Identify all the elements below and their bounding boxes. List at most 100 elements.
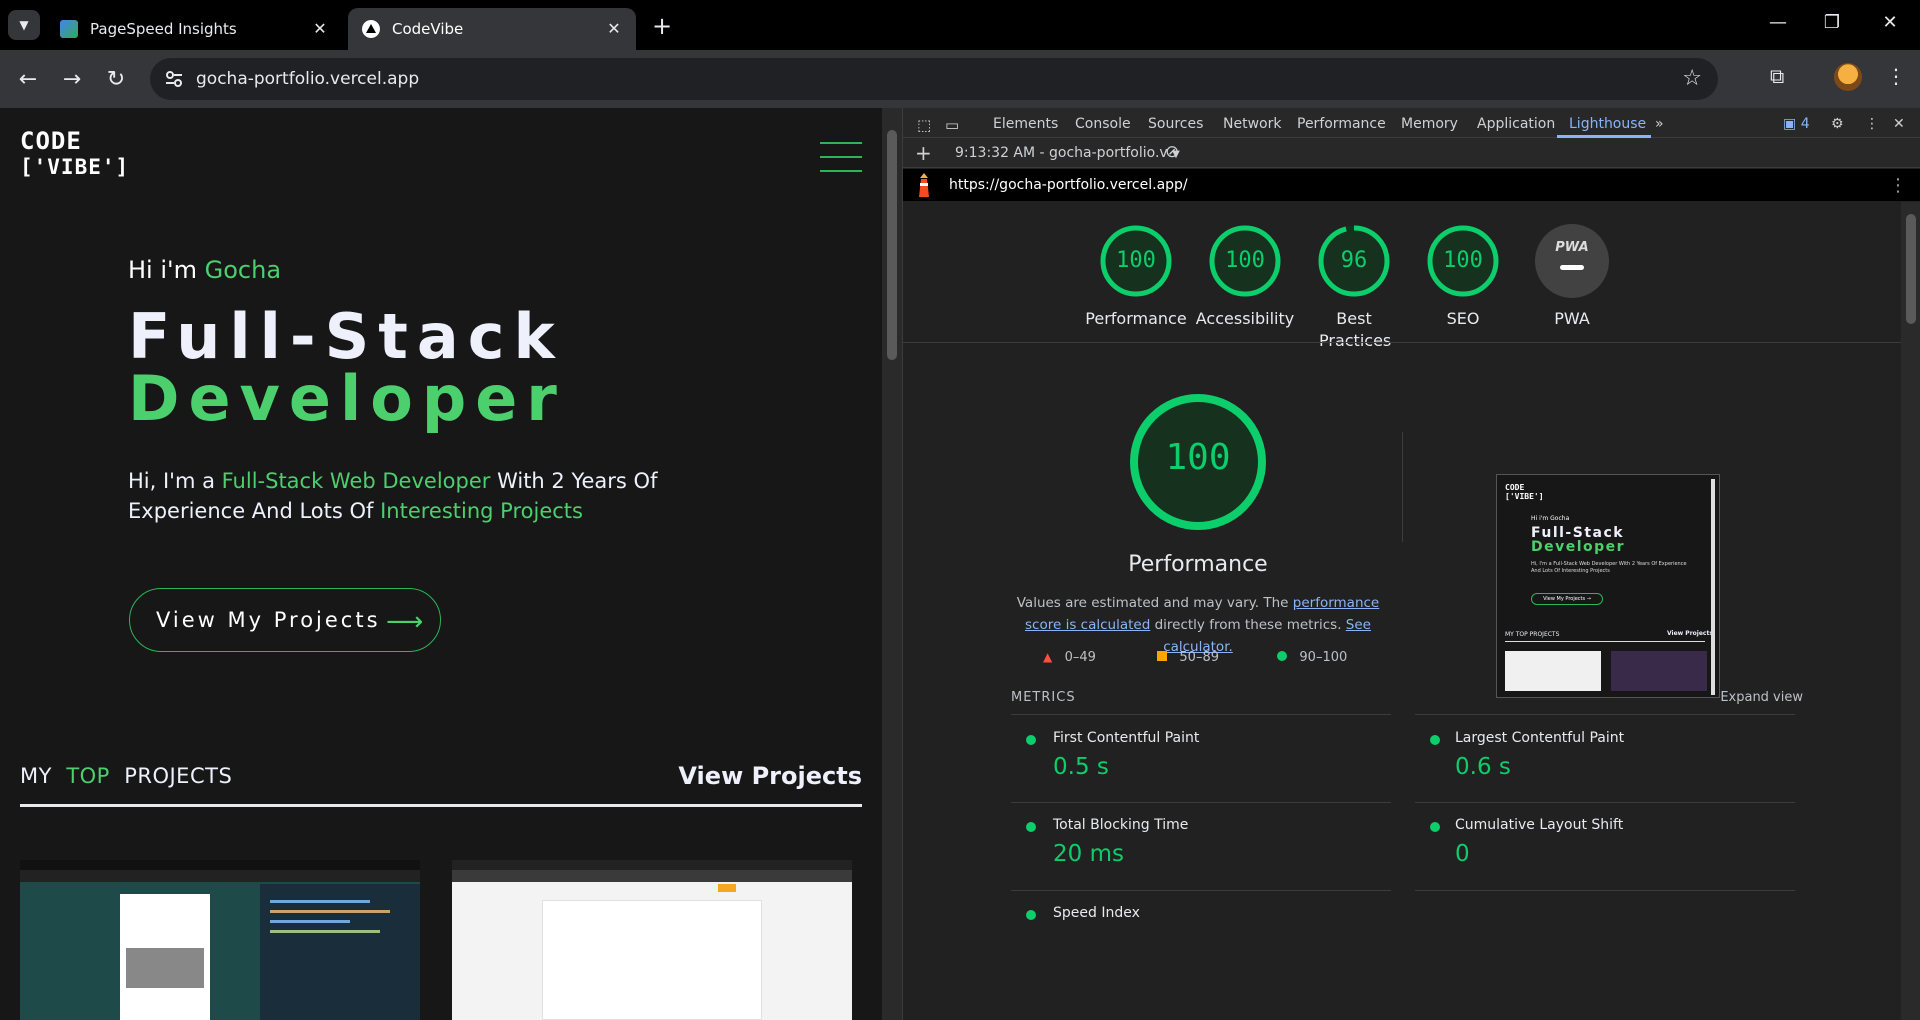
chevron-down-icon: ▼ (19, 18, 29, 32)
devtools-panel: ⬚ ▭ Elements Console Sources Network Per… (902, 108, 1920, 1020)
green-circle-icon (1277, 651, 1287, 661)
score-value: 100 (1443, 248, 1483, 273)
final-screenshot-thumbnail[interactable]: CODE ['VIBE'] Hi i'm Gocha Full-Stack Dev… (1496, 474, 1720, 698)
gauge-pwa[interactable]: PWA (1535, 224, 1609, 298)
hamburger-menu-icon[interactable] (820, 142, 862, 184)
main-score-label: Performance (1128, 552, 1268, 577)
report-url[interactable]: https://gocha-portfolio.vercel.app/ (949, 177, 1188, 193)
tab-codevibe[interactable]: CodeVibe ✕ (348, 8, 636, 50)
close-window-icon[interactable]: ✕ (1870, 12, 1910, 33)
arrow-right-icon: ⟶ (386, 607, 427, 637)
metric-cls-name: Cumulative Layout Shift (1455, 817, 1624, 833)
back-arrow-icon[interactable]: ← (12, 64, 44, 96)
metric-cls-value: 0 (1455, 841, 1470, 867)
site-settings-icon[interactable] (164, 69, 184, 89)
metric-status-icon (1430, 822, 1440, 832)
gauge-performance[interactable]: 100 (1099, 224, 1173, 298)
report-scrollbar[interactable] (1901, 202, 1920, 1020)
thumb-cta: View My Projects → (1531, 593, 1603, 605)
metric-lcp-value: 0.6 s (1455, 754, 1511, 780)
devtools-tab-lighthouse[interactable]: Lighthouse (1569, 116, 1646, 132)
view-projects-link[interactable]: View Projects (678, 762, 862, 790)
legend-average: 50–89 (1157, 650, 1219, 665)
inspect-element-icon[interactable]: ⬚ (917, 116, 931, 134)
devtools-tab-network[interactable]: Network (1223, 116, 1281, 132)
tab-title: PageSpeed Insights (90, 20, 237, 38)
project-card-2[interactable] (452, 860, 852, 1020)
pagespeed-favicon-icon (60, 20, 78, 38)
report-selector[interactable]: 9:13:32 AM - gocha-portfolio.v ▼ (955, 145, 1180, 161)
forward-arrow-icon[interactable]: → (56, 64, 88, 96)
view-my-projects-button[interactable]: View My Projects ⟶ (129, 588, 441, 652)
more-tabs-icon[interactable]: » (1655, 116, 1664, 132)
report-menu-icon[interactable]: ⋮ (1889, 175, 1907, 196)
metric-status-icon (1026, 822, 1036, 832)
page-scrollbar[interactable] (882, 108, 902, 1020)
hero-description: Hi, I'm a Full-Stack Web Developer With … (128, 469, 658, 523)
gauge-seo-label: SEO (1446, 309, 1480, 328)
projects-divider (20, 804, 862, 807)
lighthouse-report: 100 Performance 100 Accessibility 96 Best Pra… (903, 202, 1901, 1020)
thumb-greeting: Hi i'm Gocha (1531, 515, 1570, 522)
metric-tbt-name: Total Blocking Time (1053, 817, 1189, 833)
score-value: 96 (1340, 248, 1368, 273)
close-devtools-icon[interactable]: ✕ (1893, 116, 1905, 132)
tab-title: CodeVibe (392, 20, 464, 38)
devtools-tab-console[interactable]: Console (1075, 116, 1131, 132)
codevibe-favicon-icon (362, 20, 380, 38)
devtools-tab-performance[interactable]: Performance (1297, 116, 1386, 132)
close-tab-icon[interactable]: ✕ (604, 19, 624, 39)
thumb-projects: MY TOP PROJECTS (1505, 631, 1560, 638)
gauge-seo[interactable]: 100 (1426, 224, 1500, 298)
clear-reports-icon[interactable]: ⊘ (1165, 142, 1179, 162)
metric-status-icon (1430, 735, 1440, 745)
new-tab-icon[interactable]: + (652, 12, 672, 40)
thumb-desc: Hi, I'm a Full-Stack Web Developer With … (1531, 561, 1687, 574)
metrics-title: METRICS (1011, 690, 1076, 705)
bookmark-star-icon[interactable]: ☆ (1682, 66, 1702, 91)
lighthouse-toolbar: + 9:13:32 AM - gocha-portfolio.v ▼ ⊘ (903, 138, 1920, 168)
score-value: 100 (1116, 248, 1156, 273)
website-viewport: CODE ['VIBE'] Hi i'm Gocha Full-Stack De… (0, 108, 882, 1020)
devtools-tab-sources[interactable]: Sources (1148, 116, 1203, 132)
tab-search-button[interactable]: ▼ (8, 10, 40, 40)
vertical-divider (1402, 432, 1403, 542)
metric-fcp-name: First Contentful Paint (1053, 730, 1200, 746)
site-logo[interactable]: CODE ['VIBE'] (20, 128, 128, 184)
new-report-icon[interactable]: + (915, 141, 932, 165)
pwa-badge-icon: PWA (1555, 240, 1589, 255)
metric-status-icon (1026, 735, 1036, 745)
minimize-icon[interactable]: — (1758, 12, 1798, 33)
gauge-best-practices-label: Best Practices (1319, 309, 1392, 350)
performance-note: Values are estimated and may vary. The p… (1016, 595, 1380, 655)
devtools-tab-application[interactable]: Application (1477, 116, 1555, 132)
settings-gear-icon[interactable]: ⚙ (1831, 116, 1844, 132)
thumb-logo: CODE ['VIBE'] (1505, 483, 1544, 501)
main-score-value: 100 (1165, 437, 1231, 478)
device-toolbar-icon[interactable]: ▭ (945, 116, 959, 134)
red-triangle-icon: ▲ (1043, 650, 1053, 664)
lighthouse-logo-icon (919, 173, 929, 197)
thumb-view-projects: View Projects (1667, 630, 1713, 637)
project-card-1[interactable] (20, 860, 420, 1020)
metric-status-icon (1026, 910, 1036, 920)
close-tab-icon[interactable]: ✕ (310, 19, 330, 39)
report-url-bar: https://gocha-portfolio.vercel.app/ ⋮ (903, 169, 1920, 201)
devtools-tab-elements[interactable]: Elements (993, 116, 1058, 132)
browser-menu-icon[interactable]: ⋮ (1886, 64, 1906, 88)
address-bar[interactable]: gocha-portfolio.vercel.app ☆ (150, 58, 1718, 100)
devtools-menu-icon[interactable]: ⋮ (1865, 116, 1879, 132)
restore-icon[interactable]: ❐ (1812, 12, 1852, 33)
gauge-accessibility[interactable]: 100 (1208, 224, 1282, 298)
issues-badge[interactable]: ▣ 4 (1783, 116, 1810, 132)
tab-strip: ▼ PageSpeed Insights ✕ CodeVibe ✕ + — ❐ … (0, 0, 1920, 50)
expand-view-button[interactable]: Expand view (1693, 690, 1803, 705)
hero-title-line2: Developer (128, 362, 566, 435)
profile-avatar[interactable] (1834, 63, 1862, 91)
gauge-best-practices[interactable]: 96 (1317, 224, 1391, 298)
main-performance-gauge: 100 (1128, 392, 1268, 532)
extensions-icon[interactable]: ⧉ (1770, 64, 1784, 88)
devtools-tab-memory[interactable]: Memory (1401, 116, 1458, 132)
tab-pagespeed[interactable]: PageSpeed Insights ✕ (46, 8, 342, 50)
reload-icon[interactable]: ↻ (100, 64, 132, 96)
